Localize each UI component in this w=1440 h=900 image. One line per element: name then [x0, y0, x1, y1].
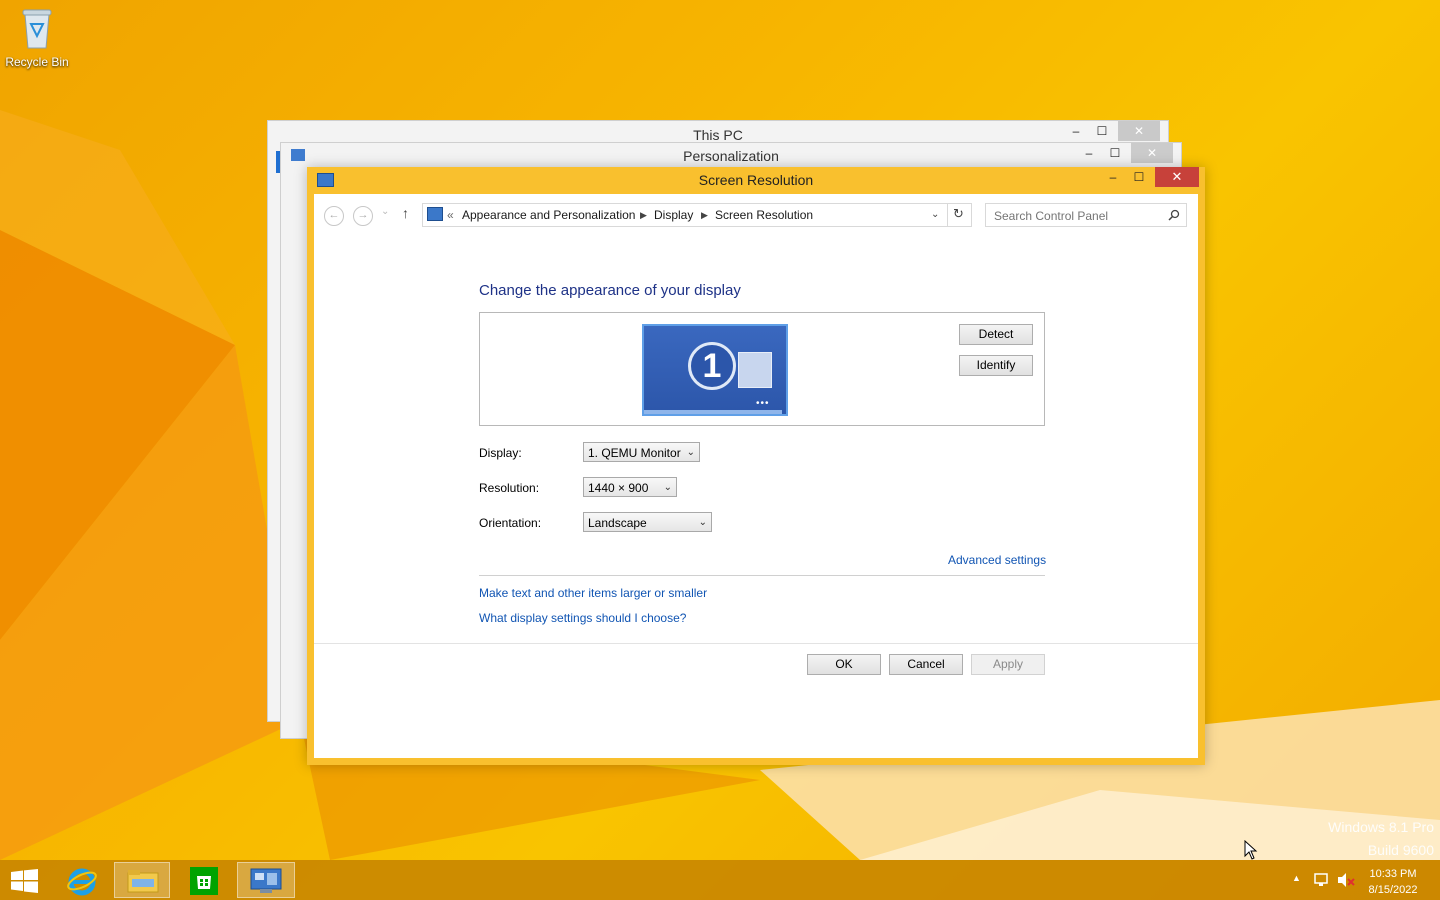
- back-button[interactable]: ←: [324, 206, 344, 226]
- cancel-button[interactable]: Cancel: [889, 654, 963, 675]
- watermark-edition: Windows 8.1 Pro: [1328, 819, 1434, 835]
- window-client-area: ← → ⌄ ↑ « Appearance and Personalization…: [314, 194, 1198, 758]
- resolution-label: Resolution:: [479, 481, 540, 495]
- orientation-select[interactable]: Landscape ⌄: [583, 512, 712, 532]
- windows-version-watermark: Windows 8.1 Pro Build 9600: [1328, 816, 1434, 862]
- personalization-close-button[interactable]: ✕: [1131, 143, 1173, 163]
- monitor-number: 1: [702, 347, 722, 385]
- display-label: Display:: [479, 446, 522, 460]
- tray-overflow-button[interactable]: ▲: [1292, 873, 1301, 883]
- breadcrumb-separator-icon: ▶: [701, 210, 708, 220]
- personalization-title: Personalization: [683, 148, 779, 164]
- personalization-app-icon: [291, 149, 305, 161]
- detect-button[interactable]: Detect: [959, 324, 1033, 345]
- forward-button[interactable]: →: [353, 206, 373, 226]
- internet-explorer-icon: [67, 868, 97, 896]
- ok-button[interactable]: OK: [807, 654, 881, 675]
- recycle-bin-icon: [22, 9, 52, 49]
- file-explorer-icon: [127, 870, 159, 893]
- resolution-select-value: 1440 × 900: [588, 481, 649, 495]
- chevron-down-icon: ⌄: [663, 482, 672, 493]
- taskbar-internet-explorer[interactable]: [54, 862, 108, 898]
- store-icon: [190, 867, 218, 895]
- display-preview-panel: 1 ••• Detect Identify: [479, 312, 1045, 426]
- taskbar-control-panel[interactable]: [237, 862, 295, 898]
- address-divider: [947, 204, 948, 226]
- taskbar: ▲: [0, 860, 1440, 900]
- display-select-value: 1. QEMU Monitor: [588, 446, 681, 460]
- monitor-dots-icon: •••: [756, 398, 770, 409]
- search-icon[interactable]: [1168, 209, 1180, 221]
- recycle-bin-shortcut[interactable]: Recycle Bin: [4, 6, 70, 69]
- orientation-select-value: Landscape: [588, 516, 647, 530]
- section-divider: [479, 575, 1045, 576]
- footer-divider: [314, 643, 1198, 644]
- network-icon[interactable]: [1313, 872, 1329, 888]
- recent-locations-button[interactable]: ⌄: [381, 206, 389, 217]
- apply-button[interactable]: Apply: [971, 654, 1045, 675]
- monitor-1-thumbnail[interactable]: 1 •••: [642, 324, 788, 416]
- breadcrumb-separator-icon: ▶: [640, 210, 647, 220]
- refresh-icon[interactable]: ↻: [953, 206, 964, 222]
- address-dropdown-icon[interactable]: ⌄: [931, 209, 939, 220]
- breadcrumb-overflow[interactable]: «: [447, 208, 454, 222]
- personalization-minimize-button[interactable]: –: [1075, 143, 1103, 163]
- control-panel-icon: [250, 868, 282, 893]
- chevron-down-icon: ⌄: [698, 517, 707, 528]
- this-pc-title: This PC: [693, 127, 743, 143]
- navigation-bar: ← → ⌄ ↑ « Appearance and Personalization…: [314, 194, 1198, 234]
- page-heading: Change the appearance of your display: [479, 282, 741, 299]
- monitor-window-grid-icon: [738, 352, 772, 388]
- taskbar-clock[interactable]: 10:33 PM 8/15/2022: [1363, 866, 1423, 898]
- text-size-link[interactable]: Make text and other items larger or smal…: [479, 586, 707, 600]
- this-pc-maximize-button[interactable]: ☐: [1088, 121, 1116, 141]
- monitor-taskbar-strip: [644, 410, 782, 414]
- breadcrumb-display[interactable]: Display: [654, 208, 693, 222]
- maximize-button[interactable]: ☐: [1125, 167, 1153, 187]
- close-button[interactable]: ✕: [1155, 167, 1199, 187]
- advanced-settings-link[interactable]: Advanced settings: [948, 553, 1046, 567]
- resolution-select[interactable]: 1440 × 900 ⌄: [583, 477, 677, 497]
- watermark-build: Build 9600: [1367, 842, 1434, 858]
- start-button[interactable]: [0, 862, 54, 898]
- breadcrumb-screen-resolution[interactable]: Screen Resolution: [715, 208, 813, 222]
- search-box[interactable]: [985, 203, 1187, 227]
- display-help-link[interactable]: What display settings should I choose?: [479, 611, 686, 625]
- personalization-maximize-button[interactable]: ☐: [1101, 143, 1129, 163]
- volume-muted-icon[interactable]: [1337, 872, 1355, 888]
- control-panel-icon: [427, 207, 443, 221]
- clock-date: 8/15/2022: [1368, 884, 1418, 896]
- this-pc-minimize-button[interactable]: –: [1062, 121, 1090, 141]
- display-select[interactable]: 1. QEMU Monitor ⌄: [583, 442, 700, 462]
- breadcrumb-appearance[interactable]: Appearance and Personalization: [462, 208, 635, 222]
- taskbar-store[interactable]: [176, 862, 230, 898]
- screen-resolution-window[interactable]: Screen Resolution – ☐ ✕ ← → ⌄ ↑ « Appear…: [307, 167, 1205, 765]
- mouse-cursor-icon: [1244, 840, 1258, 860]
- address-bar[interactable]: « Appearance and Personalization ▶ Displ…: [422, 203, 972, 227]
- orientation-label: Orientation:: [479, 516, 542, 530]
- recycle-bin-label: Recycle Bin: [5, 55, 69, 69]
- identify-button[interactable]: Identify: [959, 355, 1033, 376]
- window-title: Screen Resolution: [698, 172, 814, 188]
- this-pc-close-button[interactable]: ✕: [1118, 121, 1160, 141]
- clock-time: 10:33 PM: [1369, 868, 1417, 880]
- minimize-button[interactable]: –: [1099, 167, 1127, 187]
- taskbar-file-explorer[interactable]: [114, 862, 170, 898]
- search-input[interactable]: [992, 208, 1166, 224]
- up-button[interactable]: ↑: [402, 205, 409, 221]
- windows-logo-icon: [11, 869, 38, 893]
- chevron-down-icon: ⌄: [686, 447, 695, 458]
